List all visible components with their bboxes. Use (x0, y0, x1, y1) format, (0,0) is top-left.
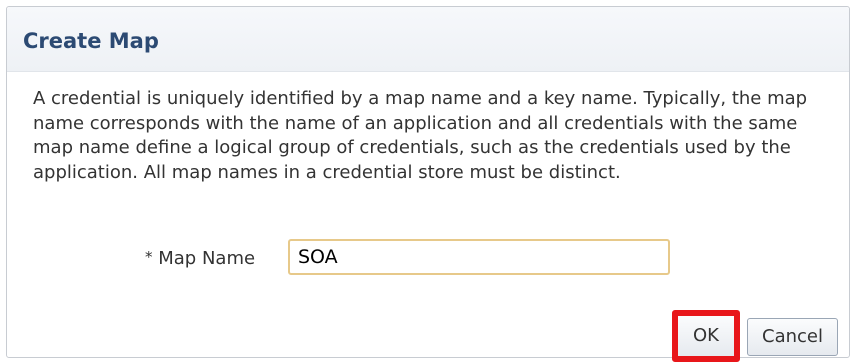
ok-button-label: OK (693, 325, 719, 346)
create-map-dialog: Create Map A credential is uniquely iden… (6, 6, 850, 362)
ok-button[interactable]: OK (672, 310, 740, 362)
dialog-description: A credential is uniquely identified by a… (33, 88, 808, 183)
map-name-input[interactable] (288, 239, 670, 275)
map-name-label-text: Map Name (158, 248, 256, 269)
dialog-header: Create Map (7, 7, 849, 72)
map-name-label: * Map Name (145, 248, 255, 269)
required-marker: * (145, 248, 153, 266)
cancel-button[interactable]: Cancel (747, 318, 838, 356)
dialog-title: Create Map (23, 29, 159, 53)
